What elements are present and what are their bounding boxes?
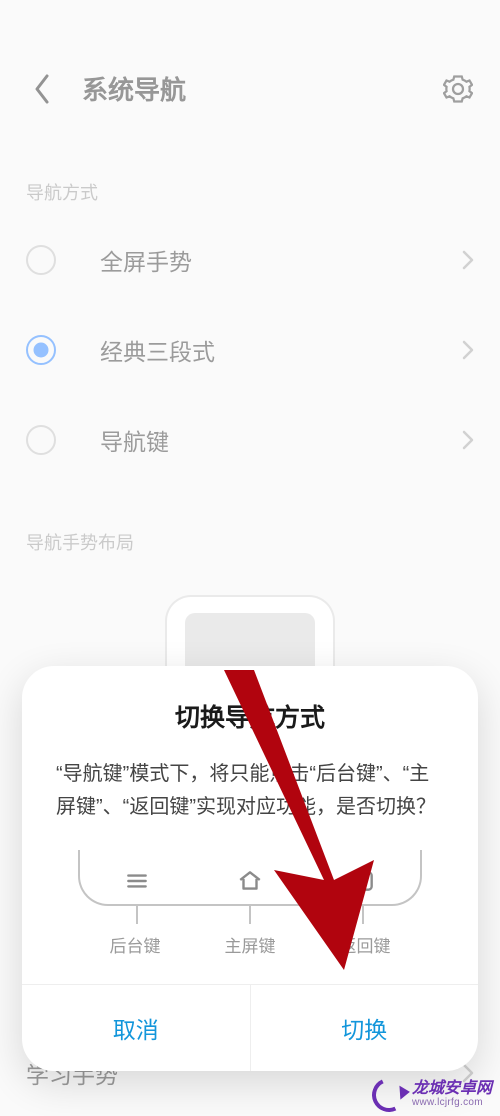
watermark-logo-icon — [367, 1073, 411, 1116]
dialog-actions: 取消 切换 — [22, 984, 478, 1071]
back-square-icon — [350, 868, 376, 894]
tick — [136, 906, 138, 924]
tick — [249, 906, 251, 924]
nav-key-label: 返回键 — [320, 932, 410, 957]
nav-key-label: 主屏键 — [205, 932, 295, 957]
tick — [362, 906, 364, 924]
nav-key-label: 后台键 — [90, 932, 180, 957]
watermark: 龙城安卓网 www.lcjrfg.com — [364, 1074, 500, 1116]
home-icon — [237, 868, 263, 894]
dialog-message: “导航键”模式下，将只能点击“后台键”、“主屏键”、“返回键”实现对应功能，是否… — [56, 758, 444, 824]
watermark-url: www.lcjrfg.com — [412, 1098, 492, 1109]
watermark-name: 龙城安卓网 — [412, 1081, 492, 1098]
watermark-text: 龙城安卓网 www.lcjrfg.com — [412, 1081, 492, 1108]
dialog-title: 切换导航方式 — [56, 698, 444, 734]
menu-icon — [124, 868, 150, 894]
cancel-button[interactable]: 取消 — [22, 985, 250, 1071]
switch-nav-dialog: 切换导航方式 “导航键”模式下，将只能点击“后台键”、“主屏键”、“返回键”实现… — [22, 666, 478, 1071]
nav-keys-diagram: 后台键 主屏键 返回键 — [56, 850, 444, 970]
confirm-button[interactable]: 切换 — [250, 985, 479, 1071]
screen: 系统导航 导航方式 全屏手势 经典三段式 导航键 导航手势布局 学习手势 切换导… — [0, 0, 500, 1116]
